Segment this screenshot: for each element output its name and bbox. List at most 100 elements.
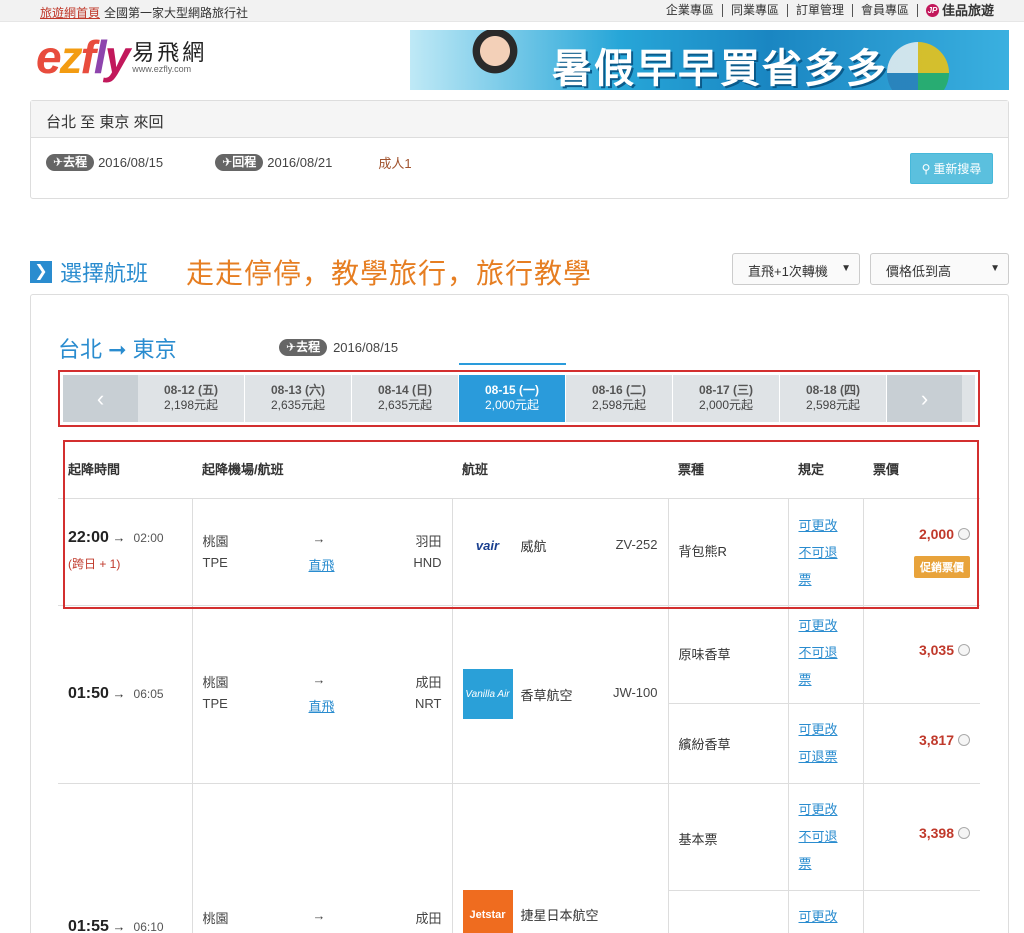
arrival-time: 06:05 (133, 687, 164, 701)
member-link[interactable]: 會員專區 (853, 4, 918, 17)
fare-type: 背包熊R (678, 543, 727, 559)
rule-refund-link-cont[interactable]: 票 (799, 666, 853, 693)
fare-radio[interactable] (958, 733, 970, 746)
outbound-date: 2016/08/15 (98, 155, 164, 170)
fare-type: 繽紛香草 (678, 736, 731, 752)
date-tab-0817[interactable]: 08-17 (三) 2,000元起 (673, 375, 780, 422)
arrow-right-icon: → (108, 686, 126, 701)
section-slogan: 走走停停，教學旅行，旅行教學 (186, 258, 593, 289)
agency-link[interactable]: 同業專區 (723, 4, 788, 17)
return-date: 2016/08/21 (267, 155, 333, 170)
direction-title: 台北 ➞ 東京 (58, 337, 177, 362)
destination-airport: 羽田 (415, 533, 442, 549)
table-header: 起降時間 起降機場/航班 航班 票種 規定 票價 (58, 437, 980, 499)
research-button[interactable]: ⚲ 重新搜尋 (910, 153, 993, 184)
transfer-filter-select[interactable]: 直飛+1次轉機 ▼ (732, 253, 860, 285)
rule-changeable-link[interactable]: 可更改 (799, 796, 853, 823)
travel-home-link[interactable]: 旅遊網首頁 (40, 4, 100, 21)
col-fare-type: 票種 (668, 437, 788, 499)
section-header: ❯ 選擇航班 走走停停，教學旅行，旅行教學 (30, 252, 592, 292)
arrow-right-icon: → (108, 918, 126, 933)
destination-airport: 成田 (415, 910, 442, 926)
promo-badge: 促銷票價 (914, 555, 970, 578)
prev-dates-button[interactable]: ‹ (63, 375, 138, 422)
arrow-right-icon: → (312, 530, 326, 546)
col-flight: 航班 (452, 437, 668, 499)
arrow-right-icon: → (312, 907, 326, 923)
destination-code: NRT (415, 696, 442, 711)
arrival-time: 02:00 (133, 530, 164, 545)
rule-changeable-link[interactable]: 可更改 (799, 716, 853, 743)
flight-table: 起降時間 起降機場/航班 航班 票種 規定 票價 22:00 → 02:00 (跨… (58, 437, 980, 933)
rule-refund-link[interactable]: 不可退 (799, 639, 853, 666)
vanilla-air-logo: Vanilla Air (462, 669, 513, 719)
fare-radio[interactable] (958, 643, 970, 656)
origin-airport: 桃園 (202, 910, 229, 926)
destination-code: HND (413, 554, 442, 570)
outbound-badge: ✈去程 (279, 339, 328, 356)
flight-number: ZV-252 (615, 536, 658, 552)
dropdown-arrow-icon: ▼ (841, 263, 851, 274)
arrival-time: 06:10 (133, 919, 164, 933)
passenger-count: 成人1 (378, 156, 412, 171)
promo-banner[interactable]: 暑假早早買省多多 (410, 30, 1009, 90)
date-tab-0818[interactable]: 08-18 (四) 2,598元起 (780, 375, 887, 422)
col-airport: 起降機場/航班 (192, 437, 452, 499)
origin-airport: 桃園 (202, 533, 229, 549)
banner-girl-image (465, 30, 525, 90)
jp-logo-icon: JP (925, 4, 939, 17)
date-tab-0813[interactable]: 08-13 (六) 2,635元起 (245, 375, 352, 422)
col-time: 起降時間 (58, 437, 192, 499)
date-tab-0816[interactable]: 08-16 (二) 2,598元起 (566, 375, 673, 422)
next-dates-button[interactable]: › (887, 375, 962, 422)
corporate-link[interactable]: 企業專區 (658, 4, 723, 17)
rule-refund-link-cont[interactable]: 票 (799, 850, 853, 877)
premium-travel-link[interactable]: JP 佳品旅遊 (918, 4, 1002, 17)
return-badge: ✈回程 (215, 154, 264, 171)
dropdown-arrow-icon: ▼ (990, 263, 1000, 274)
rule-changeable-link[interactable]: 可更改 (799, 512, 853, 539)
direct-link[interactable]: 直飛 (309, 555, 335, 574)
vair-logo: vair (462, 520, 513, 571)
banner-text: 暑假早早買省多多 (552, 47, 888, 90)
rule-refund-link[interactable]: 不可退 (799, 823, 853, 850)
section-title: 選擇航班 (60, 261, 149, 286)
fare-price: 3,398 (918, 824, 954, 841)
rule-changeable-link[interactable]: 可更改 (799, 903, 853, 930)
airline-name: 威航 (520, 539, 547, 554)
departure-time: 01:50 (68, 685, 109, 702)
date-tab-0814[interactable]: 08-14 (日) 2,635元起 (352, 375, 459, 422)
logo-url: www.ezfly.com (132, 64, 192, 74)
search-summary: 台北 至 東京 來回 ✈去程 2016/08/15 ✈回程 2016/08/21… (30, 100, 1009, 199)
fare-price: 2,000 (918, 525, 954, 542)
rule-refund-link[interactable]: 可退票 (799, 743, 853, 770)
date-tab-0812[interactable]: 08-12 (五) 2,198元起 (138, 375, 245, 422)
rule-changeable-link[interactable]: 可更改 (799, 612, 853, 639)
fare-radio[interactable] (958, 826, 970, 839)
table-row: 22:00 → 02:00 (跨日 + 1) 桃園 TPE → 直飛 羽田 HND (58, 497, 980, 606)
fare-type: 基本票 (678, 831, 718, 847)
rule-refund-link-cont[interactable]: 票 (799, 566, 853, 593)
date-tab-0815[interactable]: 08-15 (一) 2,000元起 (459, 363, 566, 422)
destination-airport: 成田 (415, 675, 442, 690)
arrow-right-icon: → (108, 529, 126, 545)
rule-refund-link[interactable]: 不可退 (799, 539, 853, 566)
airline-name: 香草航空 (520, 687, 573, 703)
order-management-link[interactable]: 訂單管理 (788, 4, 853, 17)
origin-code: TPE (202, 554, 228, 570)
table-row: 01:50 → 06:05 桃園 TPE → 直飛 成田 NRT Vanilla … (58, 604, 980, 784)
direct-link[interactable]: 直飛 (309, 696, 335, 715)
chevron-left-icon: ‹ (96, 385, 105, 411)
logo-name: 易飛網 (132, 40, 208, 65)
logo-wordmark: ezfly (36, 31, 130, 83)
top-slogan: 全國第一家大型網路旅行社 (104, 6, 249, 20)
flight-results: 起降時間 起降機場/航班 航班 票種 規定 票價 22:00 → 02:00 (跨… (58, 437, 980, 933)
departure-time: 22:00 (68, 528, 109, 546)
fare-price: 3,035 (918, 641, 954, 658)
fare-radio[interactable] (958, 527, 970, 540)
banner-ball-image (887, 42, 949, 90)
outbound-badge: ✈去程 (46, 154, 95, 171)
origin-code: TPE (202, 696, 228, 711)
sort-select[interactable]: 價格低到高 ▼ (870, 253, 1009, 285)
site-logo[interactable]: ezfly 易飛網 www.ezfly.com (36, 34, 207, 84)
